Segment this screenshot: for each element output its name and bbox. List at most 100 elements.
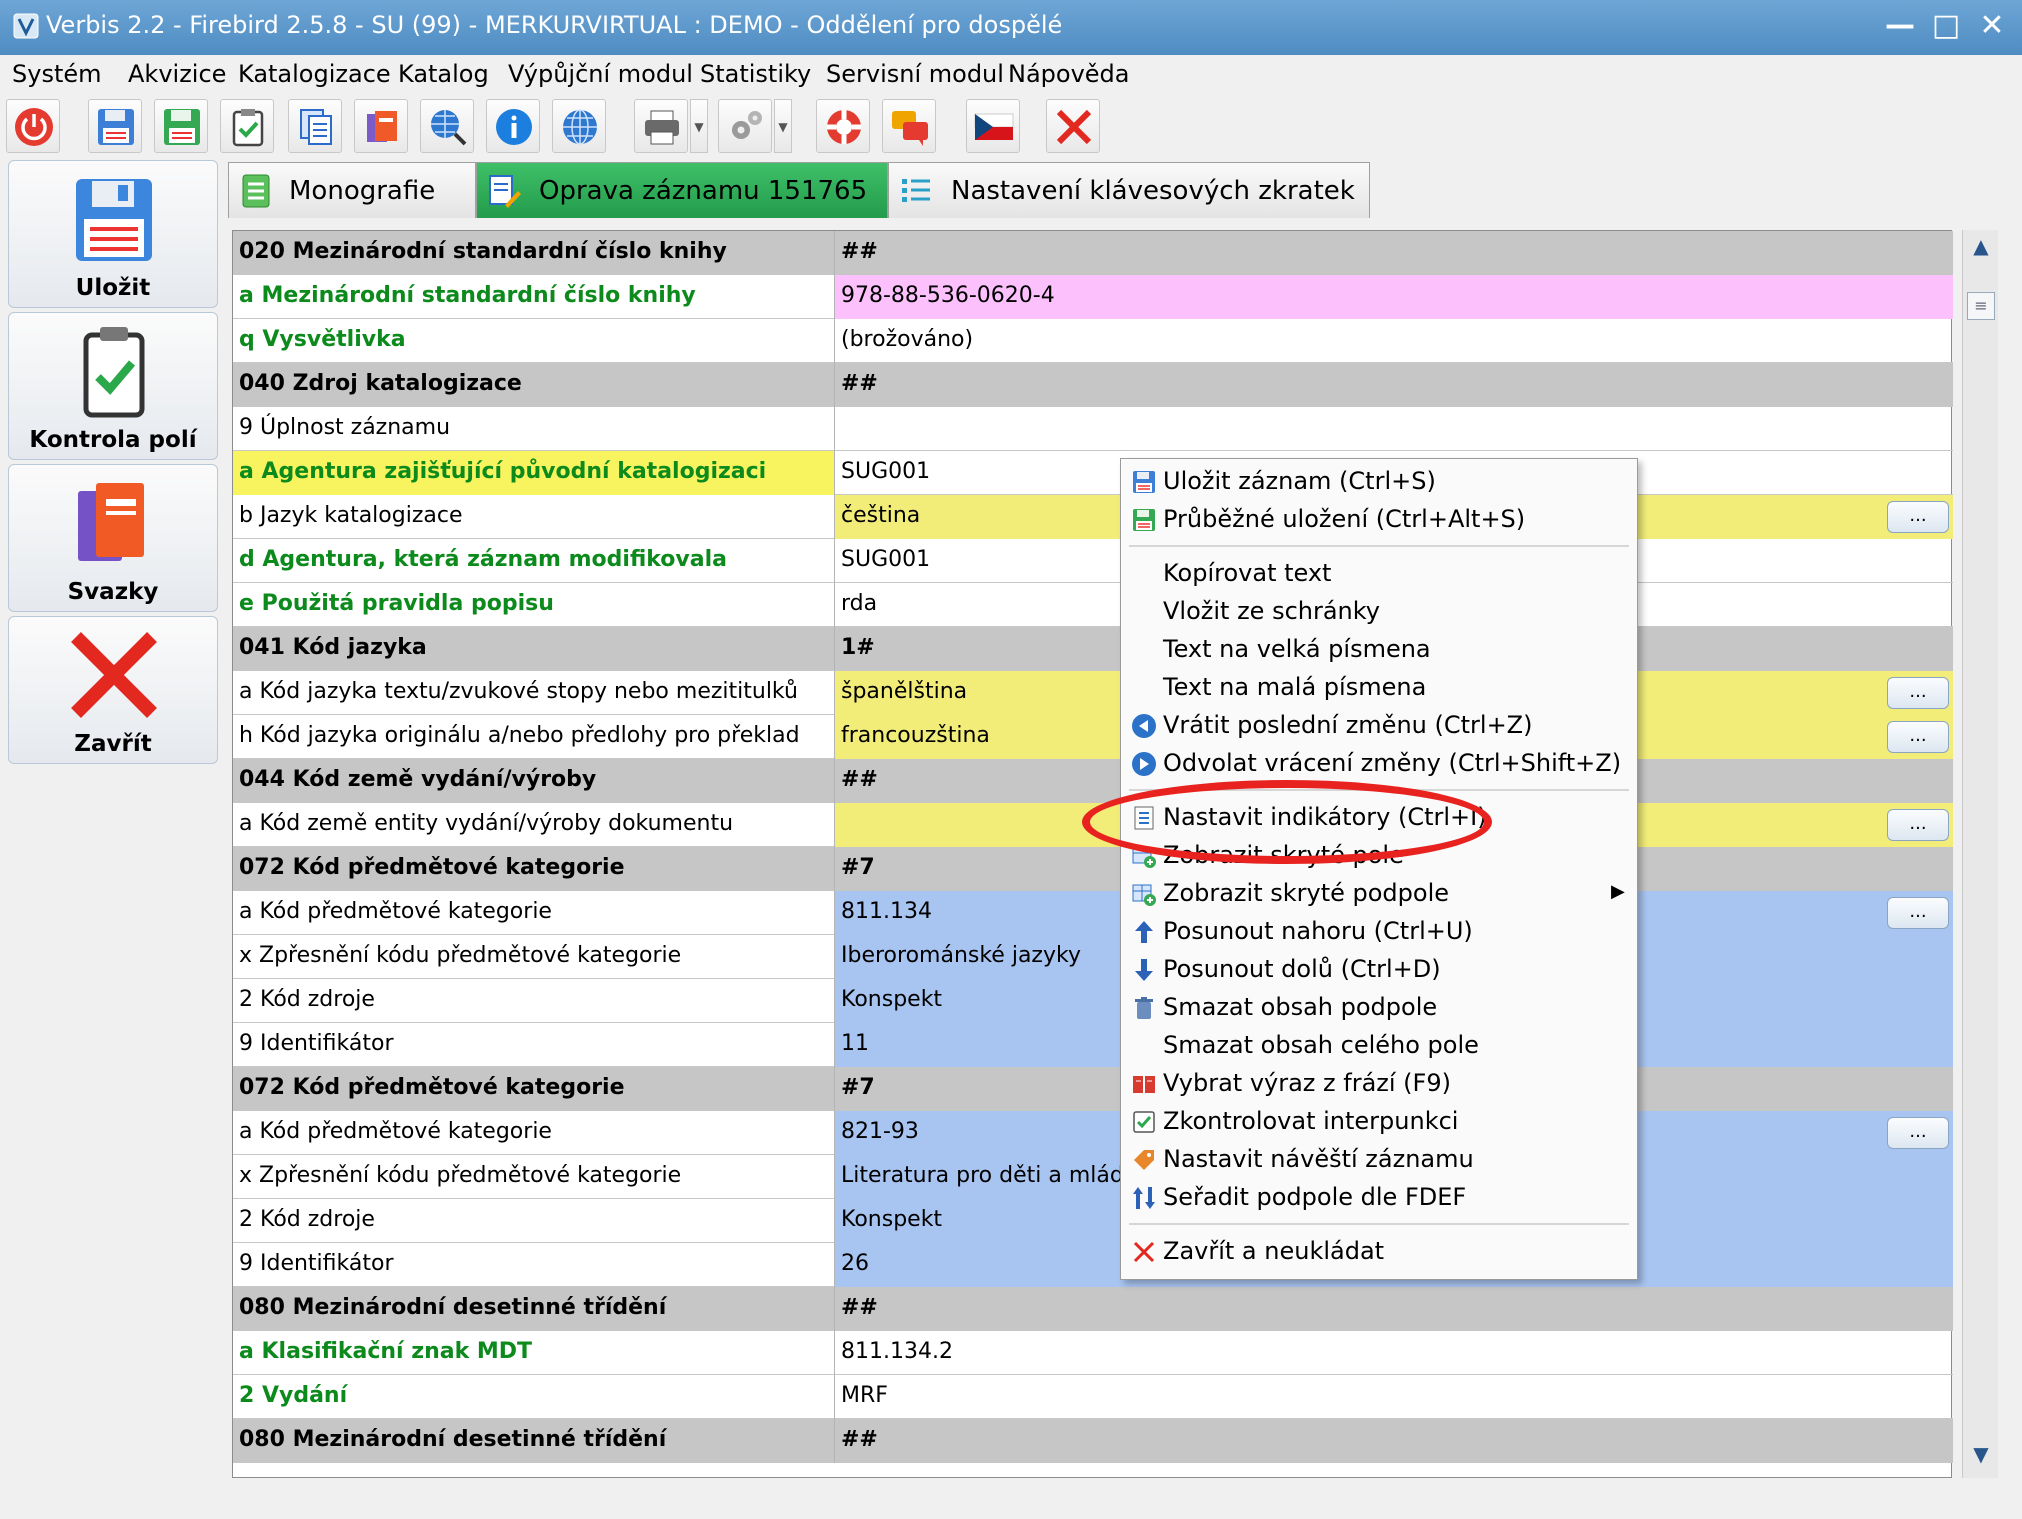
subfield-row[interactable]: a Kód předmětové kategorie 821-93...	[233, 1111, 1953, 1155]
vertical-scrollbar[interactable]: ▲ ≡ ▼	[1962, 230, 1998, 1478]
subfield-row[interactable]: 9 Identifikátor 26	[233, 1243, 1953, 1287]
settings-toolbar-button[interactable]	[718, 99, 772, 153]
close-side-button[interactable]: Zavřít	[8, 616, 218, 764]
field-row[interactable]: 040 Zdroj katalogizace ##	[233, 363, 1953, 407]
subfield-row[interactable]: a Kód předmětové kategorie 811.134...	[233, 891, 1953, 935]
ctx-save-progress[interactable]: Průběžné uložení (Ctrl+Alt+S)	[1121, 501, 1637, 539]
subfield-row[interactable]: a Kód země entity vydání/výroby dokument…	[233, 803, 1953, 847]
menu-system[interactable]: Systém	[12, 60, 102, 88]
field-value[interactable]: ##	[835, 1287, 1953, 1331]
subfield-row[interactable]: x Zpřesnění kódu předmětové kategorie Lit…	[233, 1155, 1953, 1199]
lookup-button[interactable]: ...	[1887, 501, 1949, 533]
menu-acquisition[interactable]: Akvizice	[128, 60, 226, 88]
field-value[interactable]: ##	[835, 231, 1953, 275]
field-row[interactable]: 020 Mezinárodní standardní číslo knihy ##	[233, 231, 1953, 275]
save-side-button[interactable]: Uložit	[8, 160, 218, 308]
menu-catalog[interactable]: Katalog	[398, 60, 489, 88]
field-row[interactable]: 080 Mezinárodní desetinné třídění ##	[233, 1419, 1953, 1463]
check-fields-side-button[interactable]: Kontrola polí	[8, 312, 218, 460]
lookup-button[interactable]: ...	[1887, 897, 1949, 929]
power-button[interactable]	[6, 99, 60, 153]
ctx-undo[interactable]: Vrátit poslední změnu (Ctrl+Z)	[1121, 707, 1637, 745]
close-toolbar-button[interactable]	[1046, 99, 1100, 153]
subfield-value[interactable]	[835, 407, 1953, 451]
web-toolbar-button[interactable]	[552, 99, 606, 153]
volumes-side-button[interactable]: Svazky	[8, 464, 218, 612]
language-czech-toolbar-button[interactable]	[966, 99, 1020, 153]
save-toolbar-button[interactable]	[88, 99, 142, 153]
subfield-value[interactable]: 978-88-536-0620-4	[835, 275, 1953, 319]
ctx-phrase-select[interactable]: Vybrat výraz z frází (F9)	[1121, 1065, 1637, 1103]
tab-shortcut-settings[interactable]: Nastavení klávesových zkratek	[888, 162, 1370, 218]
settings-dropdown-button[interactable]: ▼	[774, 99, 792, 153]
menu-cataloguing[interactable]: Katalogizace	[238, 60, 391, 88]
scroll-thumb[interactable]: ≡	[1967, 292, 1995, 320]
tab-record-edit[interactable]: Oprava záznamu 151765	[476, 162, 888, 218]
documents-toolbar-button[interactable]	[288, 99, 342, 153]
ctx-move-up[interactable]: Posunout nahoru (Ctrl+U)	[1121, 913, 1637, 951]
field-value[interactable]: ##	[835, 1419, 1953, 1463]
ctx-redo[interactable]: Odvolat vrácení změny (Ctrl+Shift+Z)	[1121, 745, 1637, 783]
subfield-row[interactable]: b Jazyk katalogizace čeština...	[233, 495, 1953, 539]
subfield-row[interactable]: q Vysvětlivka (brožováno)	[233, 319, 1953, 363]
subfield-row[interactable]: 2 Kód zdroje Konspekt	[233, 1199, 1953, 1243]
ctx-copy-text[interactable]: Kopírovat text	[1121, 555, 1637, 593]
ctx-show-hidden-field[interactable]: Zobrazit skryté pole	[1121, 837, 1637, 875]
field-row[interactable]: 080 Mezinárodní desetinné třídění ##	[233, 1287, 1953, 1331]
ctx-clear-subfield[interactable]: Smazat obsah podpole	[1121, 989, 1637, 1027]
maximize-button[interactable]: □	[1926, 6, 1966, 46]
subfield-row[interactable]: x Zpřesnění kódu předmětové kategorie Ibe…	[233, 935, 1953, 979]
subfield-row[interactable]: a Kód jazyka textu/zvukové stopy nebo me…	[233, 671, 1953, 715]
subfield-row[interactable]: 9 Úplnost záznamu	[233, 407, 1953, 451]
ctx-uppercase[interactable]: Text na velká písmena	[1121, 631, 1637, 669]
menu-service[interactable]: Servisní modul	[826, 60, 1004, 88]
messages-toolbar-button[interactable]	[882, 99, 936, 153]
subfield-row[interactable]: h Kód jazyka originálu a/nebo předlohy p…	[233, 715, 1953, 759]
menu-circulation[interactable]: Výpůjční modul	[508, 60, 693, 88]
close-window-button[interactable]: ✕	[1972, 6, 2012, 46]
scroll-up-button[interactable]: ▲	[1965, 234, 1997, 264]
scroll-down-button[interactable]: ▼	[1965, 1442, 1997, 1472]
ctx-set-leader[interactable]: Nastavit návěští záznamu	[1121, 1141, 1637, 1179]
ctx-show-hidden-subfield[interactable]: Zobrazit skryté podpole ▶	[1121, 875, 1637, 913]
field-row[interactable]: 072 Kód předmětové kategorie #7	[233, 847, 1953, 891]
menu-help[interactable]: Nápověda	[1008, 60, 1130, 88]
lookup-button[interactable]: ...	[1887, 721, 1949, 753]
subfield-row[interactable]: 2 Vydání MRF	[233, 1375, 1953, 1419]
ctx-lowercase[interactable]: Text na malá písmena	[1121, 669, 1637, 707]
field-row[interactable]: 044 Kód země vydání/výroby ##	[233, 759, 1953, 803]
lookup-button[interactable]: ...	[1887, 1117, 1949, 1149]
lookup-button[interactable]: ...	[1887, 809, 1949, 841]
lookup-button[interactable]: ...	[1887, 677, 1949, 709]
ctx-check-punctuation[interactable]: Zkontrolovat interpunkci	[1121, 1103, 1637, 1141]
subfield-row[interactable]: a Mezinárodní standardní číslo knihy 978-…	[233, 275, 1953, 319]
subfield-value[interactable]: (brožováno)	[835, 319, 1953, 363]
ctx-clear-field[interactable]: Smazat obsah celého pole	[1121, 1027, 1637, 1065]
ctx-paste[interactable]: Vložit ze schránky	[1121, 593, 1637, 631]
ctx-close-without-saving[interactable]: Zavřít a neukládat	[1121, 1233, 1637, 1271]
print-dropdown-button[interactable]: ▼	[690, 99, 708, 153]
subfield-row[interactable]: 2 Kód zdroje Konspekt	[233, 979, 1953, 1023]
subfield-row[interactable]: a Agentura zajišťující původní katalogiz…	[233, 451, 1953, 495]
subfield-row[interactable]: a Klasifikační znak MDT 811.134.2	[233, 1331, 1953, 1375]
print-toolbar-button[interactable]	[634, 99, 688, 153]
check-fields-toolbar-button[interactable]	[220, 99, 274, 153]
ctx-sort-subfields[interactable]: Seřadit podpole dle FDEF	[1121, 1179, 1637, 1217]
volumes-toolbar-button[interactable]	[354, 99, 408, 153]
minimize-button[interactable]: —	[1880, 6, 1920, 46]
field-row[interactable]: 041 Kód jazyka 1#	[233, 627, 1953, 671]
help-lifebuoy-toolbar-button[interactable]	[816, 99, 870, 153]
search-web-toolbar-button[interactable]	[420, 99, 474, 153]
subfield-row[interactable]: d Agentura, která záznam modifikovala SUG…	[233, 539, 1953, 583]
ctx-set-indicators[interactable]: Nastavit indikátory (Ctrl+I)	[1121, 799, 1637, 837]
tab-monografie[interactable]: Monografie	[228, 162, 476, 218]
info-toolbar-button[interactable]	[486, 99, 540, 153]
field-value[interactable]: ##	[835, 363, 1953, 407]
ctx-save-record[interactable]: Uložit záznam (Ctrl+S)	[1121, 463, 1637, 501]
menu-statistics[interactable]: Statistiky	[700, 60, 811, 88]
subfield-value[interactable]: MRF	[835, 1375, 1953, 1419]
save-progress-toolbar-button[interactable]	[154, 99, 208, 153]
field-row[interactable]: 072 Kód předmětové kategorie #7	[233, 1067, 1953, 1111]
subfield-value[interactable]: 811.134.2	[835, 1331, 1953, 1375]
subfield-row[interactable]: e Použitá pravidla popisu rda	[233, 583, 1953, 627]
